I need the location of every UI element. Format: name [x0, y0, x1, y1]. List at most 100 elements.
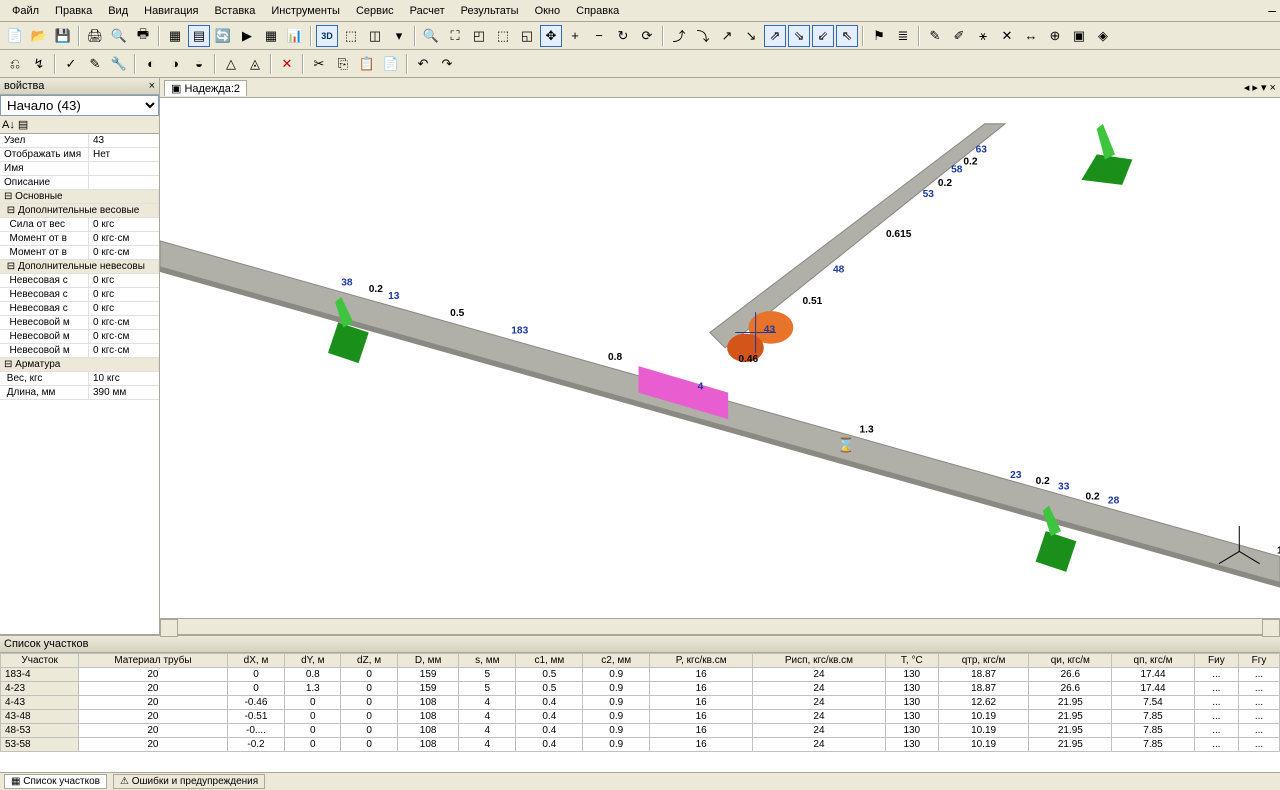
- prop-value[interactable]: 0 кгс·см: [89, 344, 159, 357]
- support7-icon[interactable]: ⇙: [812, 25, 834, 47]
- minimize-button[interactable]: –: [1268, 2, 1276, 18]
- cut-icon[interactable]: ✂: [308, 53, 330, 75]
- print-icon[interactable]: 🖨: [84, 25, 106, 47]
- table-row[interactable]: 183-42000.8015950.50.9162413018.8726.617…: [1, 668, 1280, 682]
- wire-icon[interactable]: ⬚: [340, 25, 362, 47]
- layers-icon[interactable]: ≣: [892, 25, 914, 47]
- zoomfit-icon[interactable]: ⛶: [444, 25, 466, 47]
- menu-view[interactable]: Вид: [100, 3, 136, 19]
- table-row[interactable]: 48-5320-0....0010840.40.9162413010.1921.…: [1, 724, 1280, 738]
- tool5-icon[interactable]: 🔧: [108, 53, 130, 75]
- menu-window[interactable]: Окно: [527, 3, 569, 19]
- 3d-icon[interactable]: 3D: [316, 25, 338, 47]
- col-header[interactable]: Pисп, кгс/кв.см: [753, 654, 886, 668]
- save-icon[interactable]: 💾: [52, 25, 74, 47]
- tool10-icon[interactable]: ◬: [244, 53, 266, 75]
- edit4-icon[interactable]: ✕: [996, 25, 1018, 47]
- zoomall-icon[interactable]: ⬚: [492, 25, 514, 47]
- tool3-icon[interactable]: ✓: [60, 53, 82, 75]
- support3-icon[interactable]: ↗: [716, 25, 738, 47]
- grid2-icon[interactable]: ▤: [188, 25, 210, 47]
- tool4-icon[interactable]: ✎: [84, 53, 106, 75]
- zoomwin-icon[interactable]: ◰: [468, 25, 490, 47]
- table-icon[interactable]: ▦: [260, 25, 282, 47]
- grid-icon[interactable]: ▦: [164, 25, 186, 47]
- rotate2-icon[interactable]: ⟳: [636, 25, 658, 47]
- tool8-icon[interactable]: ◒: [188, 53, 210, 75]
- dropdown-icon[interactable]: ▾: [388, 25, 410, 47]
- prop-value[interactable]: 10 кгс: [89, 372, 159, 385]
- prop-value[interactable]: 0 кгс·см: [89, 316, 159, 329]
- col-header[interactable]: D, мм: [398, 654, 459, 668]
- tool6-icon[interactable]: ◐: [140, 53, 162, 75]
- horizontal-scrollbar[interactable]: [160, 618, 1280, 634]
- col-header[interactable]: Материал трубы: [79, 654, 227, 668]
- zoomsel-icon[interactable]: ◱: [516, 25, 538, 47]
- col-header[interactable]: T, °C: [885, 654, 938, 668]
- prop-value[interactable]: 0 кгс: [89, 218, 159, 231]
- undo-icon[interactable]: ↶: [412, 53, 434, 75]
- table-row[interactable]: 53-5820-0.20010840.40.9162413010.1921.95…: [1, 738, 1280, 752]
- flag-icon[interactable]: ⚑: [868, 25, 890, 47]
- support6-icon[interactable]: ⇘: [788, 25, 810, 47]
- prop-value[interactable]: Нет: [89, 148, 159, 161]
- col-header[interactable]: qтр, кгс/м: [938, 654, 1029, 668]
- prop-value[interactable]: 0 кгс·см: [89, 246, 159, 259]
- col-header[interactable]: Fиу: [1194, 654, 1238, 668]
- tab-doc[interactable]: ▣ Надежда:2: [164, 80, 247, 96]
- col-header[interactable]: c1, мм: [516, 654, 583, 668]
- table-row[interactable]: 4-232001.3015950.50.9162413018.8726.617.…: [1, 682, 1280, 696]
- menu-service[interactable]: Сервис: [348, 3, 402, 19]
- tool1-icon[interactable]: ⎌: [4, 53, 26, 75]
- edit5-icon[interactable]: ↔: [1020, 25, 1042, 47]
- redo-icon[interactable]: ↷: [436, 53, 458, 75]
- menu-results[interactable]: Результаты: [453, 3, 527, 19]
- 3d-viewport[interactable]: 3813183443485358632333280.20.50.80.460.5…: [160, 98, 1280, 618]
- col-header[interactable]: dZ, м: [341, 654, 398, 668]
- col-header[interactable]: Fгу: [1239, 654, 1280, 668]
- cube-icon[interactable]: ◫: [364, 25, 386, 47]
- menu-insert[interactable]: Вставка: [206, 3, 263, 19]
- copy-icon[interactable]: ⎘: [332, 53, 354, 75]
- support5-icon[interactable]: ⇗: [764, 25, 786, 47]
- tool2-icon[interactable]: ↯: [28, 53, 50, 75]
- tool7-icon[interactable]: ◑: [164, 53, 186, 75]
- edit6-icon[interactable]: ⊕: [1044, 25, 1066, 47]
- edit7-icon[interactable]: ▣: [1068, 25, 1090, 47]
- paste2-icon[interactable]: 📄: [380, 53, 402, 75]
- menu-tools[interactable]: Инструменты: [263, 3, 348, 19]
- col-header[interactable]: P, кгс/кв.см: [650, 654, 753, 668]
- preview-icon[interactable]: 🔍: [108, 25, 130, 47]
- prop-value[interactable]: 0 кгс·см: [89, 330, 159, 343]
- col-header[interactable]: qи, кгс/м: [1029, 654, 1112, 668]
- table-row[interactable]: 4-4320-0.460010840.40.9162413012.6221.95…: [1, 696, 1280, 710]
- prop-value[interactable]: [89, 176, 159, 189]
- tab-nav-icon[interactable]: ◂ ▸ ▾ ×: [1244, 81, 1276, 94]
- support1-icon[interactable]: ⤴: [668, 25, 690, 47]
- col-header[interactable]: dY, м: [285, 654, 341, 668]
- zoom-icon[interactable]: 🔍: [420, 25, 442, 47]
- panel-close-icon[interactable]: ×: [149, 80, 155, 92]
- prop-value[interactable]: 0 кгс: [89, 302, 159, 315]
- pan-icon[interactable]: ✥: [540, 25, 562, 47]
- tab-segments[interactable]: ▦ Список участков: [4, 774, 107, 789]
- tab-errors[interactable]: ⚠ Ошибки и предупреждения: [113, 774, 265, 789]
- menu-edit[interactable]: Правка: [47, 3, 100, 19]
- run-icon[interactable]: ▶: [236, 25, 258, 47]
- node-selector[interactable]: Начало (43): [0, 95, 159, 116]
- menu-nav[interactable]: Навигация: [136, 3, 206, 19]
- prop-value[interactable]: 0 кгс·см: [89, 232, 159, 245]
- support2-icon[interactable]: ⤵: [692, 25, 714, 47]
- prop-value[interactable]: 0 кгс: [89, 274, 159, 287]
- prop-value[interactable]: [89, 162, 159, 175]
- paste-icon[interactable]: 📋: [356, 53, 378, 75]
- col-header[interactable]: Участок: [1, 654, 79, 668]
- menu-file[interactable]: Файл: [4, 3, 47, 19]
- prop-value[interactable]: 0 кгс: [89, 288, 159, 301]
- col-header[interactable]: c2, мм: [583, 654, 650, 668]
- chart-icon[interactable]: 📊: [284, 25, 306, 47]
- table-row[interactable]: 43-4820-0.510010840.40.9162413010.1921.9…: [1, 710, 1280, 724]
- tool9-icon[interactable]: △: [220, 53, 242, 75]
- edit2-icon[interactable]: ✐: [948, 25, 970, 47]
- col-header[interactable]: qп, кгс/м: [1112, 654, 1195, 668]
